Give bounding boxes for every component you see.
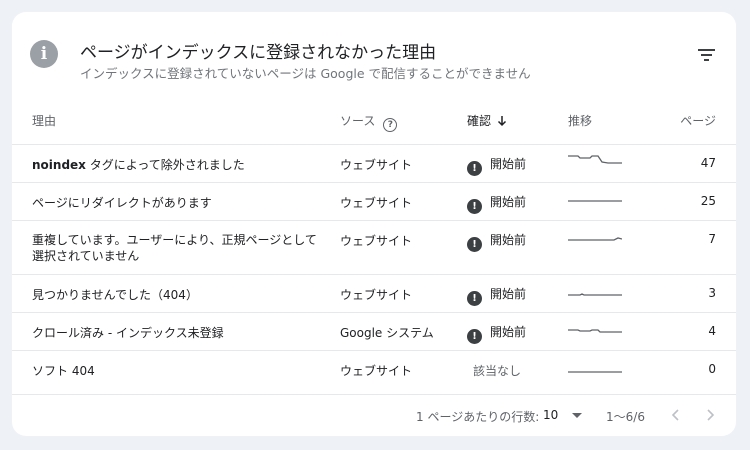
row-reason-text: タグによって除外されました	[85, 158, 245, 172]
exclamation-icon: !	[467, 237, 482, 252]
row-status: 開始前	[490, 287, 527, 301]
table-row[interactable]: noindex タグによって除外されました ウェブサイト ! 開始前 47	[12, 144, 736, 183]
row-reason: ページにリダイレクトがあります	[32, 196, 212, 210]
row-verify: ! 開始前	[467, 323, 526, 344]
row-trend-sparkline	[568, 154, 622, 172]
row-trend-sparkline	[568, 360, 622, 378]
row-pages-count: 47	[700, 156, 716, 170]
column-header-reason[interactable]: 理由	[32, 110, 56, 132]
card-title: ページがインデックスに登録されなかった理由	[80, 43, 437, 63]
info-icon: i	[30, 40, 58, 68]
help-icon[interactable]: ?	[383, 118, 398, 132]
table-row[interactable]: 見つかりませんでした（404） ウェブサイト ! 開始前 3	[12, 274, 736, 313]
row-source: ウェブサイト	[340, 196, 413, 210]
row-pages-count: 0	[708, 362, 716, 376]
row-pages-count: 7	[708, 232, 716, 246]
row-status: 開始前	[490, 195, 527, 209]
next-page-button[interactable]	[700, 405, 720, 425]
row-trend-sparkline	[568, 230, 622, 248]
previous-page-button[interactable]	[666, 405, 686, 425]
not-indexed-reasons-card: i ページがインデックスに登録されなかった理由 インデックスに登録されていないペ…	[12, 12, 736, 436]
row-reason-line2: 選択されていません	[32, 249, 140, 263]
row-verify: ! 開始前	[467, 155, 526, 176]
row-source: Google システム	[340, 326, 434, 340]
column-header-verify[interactable]: 確認	[467, 110, 507, 134]
row-pages-count: 3	[708, 286, 716, 300]
row-reason-keyword: noindex	[32, 158, 86, 172]
exclamation-icon: !	[467, 199, 482, 214]
column-header-verify-label: 確認	[467, 114, 492, 128]
page-range: 1〜6/6	[606, 410, 645, 424]
row-source: ウェブサイト	[340, 158, 413, 172]
row-pages-count: 4	[708, 324, 716, 338]
rows-per-page-value: 10	[543, 408, 559, 422]
row-source: ウェブサイト	[340, 364, 413, 378]
row-verify: ! 開始前	[467, 231, 526, 252]
row-reason: クロール済み - インデックス未登録	[32, 326, 224, 340]
column-header-source-label: ソース	[340, 114, 376, 128]
row-reason: ソフト 404	[32, 364, 95, 378]
row-trend-sparkline	[568, 322, 622, 340]
exclamation-icon: !	[467, 161, 482, 176]
table-row[interactable]: ソフト 404 ウェブサイト 該当なし 0	[12, 350, 736, 395]
rows-per-page-label: 1 ページあたりの行数:	[416, 410, 540, 424]
column-header-trend[interactable]: 推移	[568, 110, 592, 132]
table-row[interactable]: 重複しています。ユーザーにより、正規ページとして 選択されていません ウェブサイト…	[12, 220, 736, 275]
row-status: 該当なし	[473, 364, 522, 378]
exclamation-icon: !	[467, 329, 482, 344]
row-verify: 該当なし	[467, 362, 521, 379]
column-header-source[interactable]: ソース?	[340, 110, 398, 132]
row-reason-line1: 重複しています。ユーザーにより、正規ページとして	[32, 233, 317, 247]
pagination-footer: 1 ページあたりの行数: 10 1〜6/6	[12, 394, 736, 436]
table-header: 理由 ソース? 確認 推移 ページ	[12, 110, 736, 144]
arrow-down-icon	[497, 112, 507, 134]
row-status: 開始前	[490, 325, 527, 339]
column-header-pages[interactable]: ページ	[680, 110, 716, 132]
row-reason: noindex タグによって除外されました	[32, 156, 245, 173]
row-verify: ! 開始前	[467, 193, 526, 214]
row-source: ウェブサイト	[340, 234, 413, 248]
row-status: 開始前	[490, 157, 527, 171]
table-row[interactable]: クロール済み - インデックス未登録 Google システム ! 開始前 4	[12, 312, 736, 351]
chevron-right-icon	[707, 409, 715, 421]
row-status: 開始前	[490, 233, 527, 247]
card-subtitle: インデックスに登録されていないページは Google で配信することができません	[80, 66, 531, 81]
row-trend-sparkline	[568, 192, 622, 210]
row-trend-sparkline	[568, 284, 622, 302]
caret-down-icon	[572, 413, 583, 418]
chevron-left-icon	[671, 409, 679, 421]
row-verify: ! 開始前	[467, 285, 526, 306]
filter-icon[interactable]	[696, 46, 718, 64]
rows-per-page-select[interactable]: 10	[543, 408, 583, 422]
row-reason: 見つかりませんでした（404）	[32, 288, 198, 302]
row-pages-count: 25	[700, 194, 716, 208]
exclamation-icon: !	[467, 291, 482, 306]
table-row[interactable]: ページにリダイレクトがあります ウェブサイト ! 開始前 25	[12, 182, 736, 221]
row-source: ウェブサイト	[340, 288, 413, 302]
row-reason: 重複しています。ユーザーにより、正規ページとして 選択されていません	[32, 232, 317, 264]
